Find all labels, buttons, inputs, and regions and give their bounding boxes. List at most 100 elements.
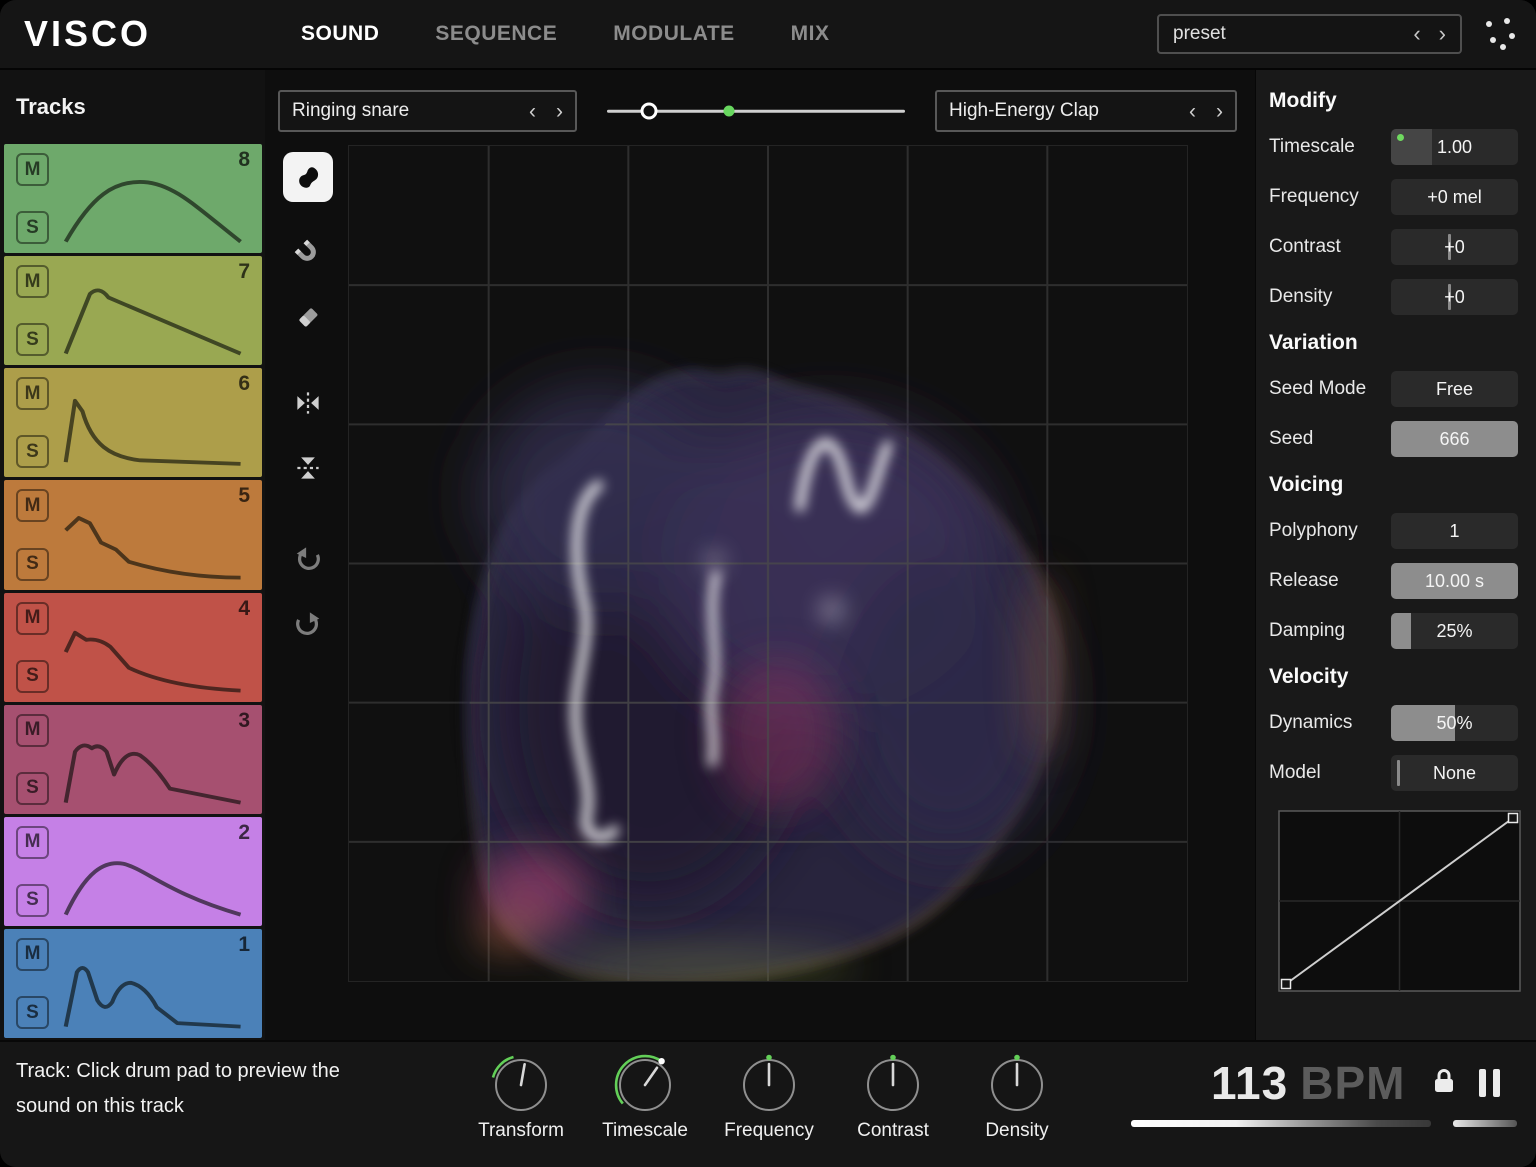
mute-button[interactable]: M	[16, 489, 49, 522]
flip-horizontal-icon	[293, 388, 323, 418]
main-tabs: SOUND SEQUENCE MODULATE MIX	[301, 22, 829, 46]
preset-prev-button[interactable]: ‹	[1413, 23, 1420, 45]
track-number: 1	[238, 933, 250, 957]
knob-label: Transform	[478, 1120, 564, 1142]
track-row-1[interactable]: MS 1	[4, 929, 262, 1038]
contrast-value[interactable]: +0	[1391, 229, 1518, 265]
undo-icon	[293, 543, 323, 573]
status-line-2: sound on this track	[16, 1089, 340, 1124]
knob-label: Frequency	[724, 1120, 814, 1142]
sample-b-next-button[interactable]: ›	[1216, 101, 1223, 122]
tab-mix[interactable]: MIX	[791, 22, 830, 46]
track-row-3[interactable]: MS3	[4, 705, 262, 814]
track-number: 6	[238, 372, 250, 396]
frequency-value[interactable]: +0 mel	[1391, 179, 1518, 215]
knob-frequency[interactable]: Frequency	[719, 1052, 819, 1142]
solo-button[interactable]: S	[16, 884, 49, 917]
magnet-icon	[293, 238, 323, 268]
mute-button[interactable]: M	[16, 265, 49, 298]
param-row-timescale: Timescale1.00	[1269, 122, 1518, 172]
preset-selector[interactable]: preset ‹ ›	[1157, 14, 1462, 54]
density-value[interactable]: +0	[1391, 279, 1518, 315]
solo-button[interactable]: S	[16, 548, 49, 581]
magnet-tool-button[interactable]	[283, 228, 333, 278]
density-label: Density	[1269, 286, 1332, 308]
eraser-tool-button[interactable]	[283, 292, 333, 342]
undo-button[interactable]	[283, 533, 333, 583]
track-waveform	[62, 504, 248, 581]
preset-next-button[interactable]: ›	[1439, 23, 1446, 45]
damping-value[interactable]: 25%	[1391, 613, 1518, 649]
tracks-panel: Tracks MS8MS7MS6MS5MS4MS3MS2MS1	[0, 70, 265, 1040]
polyphony-value[interactable]: 1	[1391, 513, 1518, 549]
track-row-5[interactable]: MS 5	[4, 480, 262, 589]
solo-button[interactable]: S	[16, 211, 49, 244]
timescale-value[interactable]: 1.00	[1391, 129, 1518, 165]
lock-icon[interactable]	[1431, 1066, 1457, 1101]
morph-slider-handle[interactable]	[640, 103, 657, 120]
sample-a-next-button[interactable]: ›	[556, 101, 563, 122]
sample-a-label: Ringing snare	[292, 100, 409, 122]
solo-button[interactable]: S	[16, 660, 49, 693]
pause-button[interactable]	[1479, 1069, 1500, 1097]
knob-timescale[interactable]: Timescale	[595, 1052, 695, 1142]
mute-button[interactable]: M	[16, 377, 49, 410]
sample-a-selector[interactable]: Ringing snare ‹ ›	[278, 90, 577, 132]
mute-button[interactable]: M	[16, 714, 49, 747]
polyphony-label: Polyphony	[1269, 520, 1358, 542]
curve-handle-start[interactable]	[1282, 980, 1291, 989]
flip-horizontal-button[interactable]	[283, 378, 333, 428]
tab-modulate[interactable]: MODULATE	[613, 22, 734, 46]
tab-sequence[interactable]: SEQUENCE	[435, 22, 557, 46]
sample-a-prev-button[interactable]: ‹	[529, 101, 536, 122]
knob-density[interactable]: Density	[967, 1052, 1067, 1142]
mute-button[interactable]: M	[16, 826, 49, 859]
sample-b-prev-button[interactable]: ‹	[1189, 101, 1196, 122]
section-title-voicing: Voicing	[1269, 464, 1518, 506]
track-number: 5	[238, 484, 250, 508]
spectrogram-image	[349, 146, 1187, 981]
track-row-4[interactable]: MS4	[4, 593, 262, 702]
mute-button[interactable]: M	[16, 602, 49, 635]
track-row-8[interactable]: MS8	[4, 144, 262, 253]
preset-label: preset	[1173, 23, 1226, 45]
knob-contrast[interactable]: Contrast	[843, 1052, 943, 1142]
randomize-icon[interactable]	[1478, 13, 1520, 55]
solo-button[interactable]: S	[16, 323, 49, 356]
brush-tool-button[interactable]	[283, 152, 333, 202]
flip-vertical-button[interactable]	[283, 443, 333, 493]
sample-b-label: High-Energy Clap	[949, 100, 1099, 122]
sample-b-selector[interactable]: High-Energy Clap ‹ ›	[935, 90, 1237, 132]
morph-slider[interactable]	[607, 90, 905, 132]
seed-value[interactable]: 666	[1391, 421, 1518, 457]
release-value[interactable]: 10.00 s	[1391, 563, 1518, 599]
knob-label: Density	[985, 1120, 1048, 1142]
model-value[interactable]: None	[1391, 755, 1518, 791]
mute-button[interactable]: M	[16, 938, 49, 971]
redo-icon	[293, 608, 323, 638]
frequency-label: Frequency	[1269, 186, 1359, 208]
seed-mode-value[interactable]: Free	[1391, 371, 1518, 407]
velocity-curve[interactable]	[1278, 810, 1521, 992]
track-row-6[interactable]: MS 6	[4, 368, 262, 477]
curve-handle-end[interactable]	[1509, 814, 1518, 823]
solo-button[interactable]: S	[16, 435, 49, 468]
redo-button[interactable]	[283, 598, 333, 648]
bottom-bar: Track: Click drum pad to preview the sou…	[0, 1040, 1536, 1167]
mute-button[interactable]: M	[16, 153, 49, 186]
morph-slider-marker	[724, 106, 735, 117]
solo-button[interactable]: S	[16, 772, 49, 805]
track-waveform	[62, 392, 248, 469]
bpm-slider[interactable]	[1131, 1120, 1431, 1127]
knob-label: Timescale	[602, 1120, 688, 1142]
bpm-value[interactable]: 113	[1211, 1056, 1288, 1110]
track-row-2[interactable]: MS2	[4, 817, 262, 926]
dynamics-value[interactable]: 50%	[1391, 705, 1518, 741]
spectrogram-canvas[interactable]	[348, 145, 1188, 982]
tab-sound[interactable]: SOUND	[301, 22, 379, 46]
knob-transform[interactable]: Transform	[471, 1052, 571, 1142]
track-row-7[interactable]: MS7	[4, 256, 262, 365]
transport-mini-slider[interactable]	[1453, 1120, 1517, 1127]
solo-button[interactable]: S	[16, 996, 49, 1029]
param-row-frequency: Frequency +0 mel	[1269, 172, 1518, 222]
